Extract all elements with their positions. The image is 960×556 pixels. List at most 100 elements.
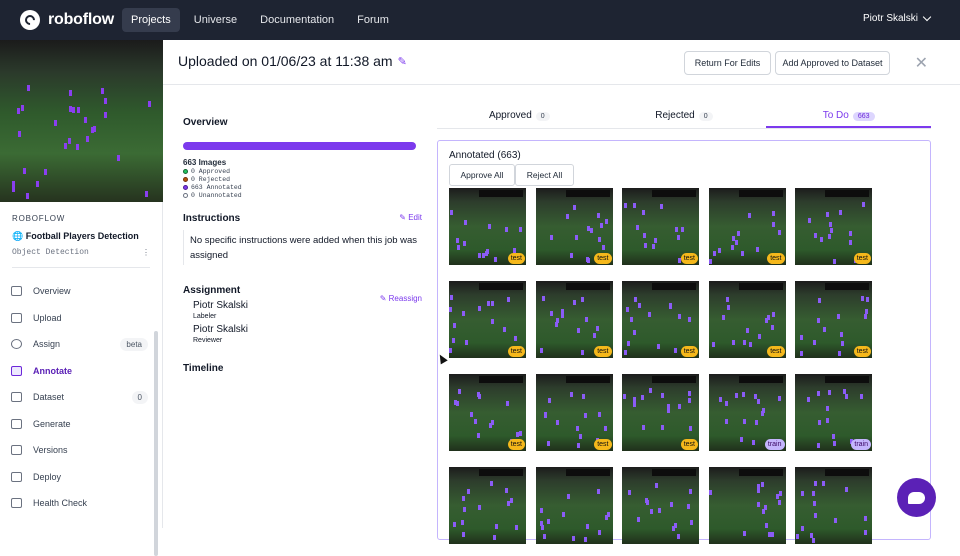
image-thumbnail[interactable]: test [535, 188, 613, 265]
image-thumbnail[interactable]: test [622, 374, 699, 451]
edit-instructions-link[interactable]: ✎ Edit [399, 213, 422, 222]
project-name[interactable]: 🌐 Football Players Detection [12, 230, 150, 242]
split-tag: test [507, 346, 525, 357]
nav-universe[interactable]: Universe [185, 8, 246, 32]
player-marker [721, 315, 725, 320]
review-tabs: Approved 0 Rejected 0 To Do 663 [437, 106, 931, 129]
player-marker [599, 223, 603, 228]
edit-icon[interactable]: ✎ [398, 55, 407, 68]
sidebar-item-assign[interactable]: Assign beta [0, 331, 162, 358]
player-marker [756, 484, 760, 489]
player-marker [801, 526, 804, 531]
player-marker [636, 225, 639, 230]
more-options-icon[interactable]: ⋮ [142, 248, 150, 258]
player-marker [623, 394, 626, 399]
sidebar-item-generate[interactable]: Generate [0, 411, 162, 438]
player-marker [452, 338, 455, 343]
return-for-edits-button[interactable]: Return For Edits [684, 51, 771, 75]
sidebar-item-upload[interactable]: Upload [0, 305, 162, 332]
player-marker [463, 241, 466, 246]
sidebar-item-deploy[interactable]: Deploy [0, 464, 162, 491]
player-marker [69, 90, 72, 96]
player-marker [494, 257, 497, 262]
image-thumbnail[interactable]: test [449, 374, 526, 451]
close-icon[interactable]: ✕ [915, 53, 928, 73]
sidebar-item-annotate[interactable]: Annotate [0, 358, 162, 385]
scoreboard-overlay [738, 469, 783, 476]
image-thumbnail[interactable]: test [535, 374, 613, 451]
timeline-heading: Timeline [183, 363, 224, 374]
image-thumbnail[interactable]: test [622, 188, 699, 265]
project-thumbnail [0, 40, 163, 202]
sidebar-item-health-check[interactable]: Health Check [0, 490, 162, 517]
tab-label: Rejected [655, 110, 695, 121]
player-marker [764, 318, 768, 323]
nav-documentation[interactable]: Documentation [251, 8, 343, 32]
chat-button[interactable] [897, 478, 936, 517]
add-approved-button[interactable]: Add Approved to Dataset [775, 51, 890, 75]
generate-icon [11, 418, 22, 429]
image-thumbnail[interactable]: test [535, 281, 613, 358]
player-marker [731, 340, 735, 345]
player-marker [503, 327, 506, 332]
count-badge: 0 [131, 390, 148, 404]
image-thumbnail[interactable] [708, 467, 786, 544]
tab-rejected[interactable]: Rejected 0 [602, 106, 767, 128]
scoreboard-overlay [738, 190, 783, 197]
image-thumbnail[interactable]: test [795, 281, 872, 358]
player-marker [771, 211, 775, 216]
image-thumbnail[interactable] [795, 467, 872, 544]
image-thumbnail[interactable]: test [622, 281, 699, 358]
approve-all-button[interactable]: Approve All [449, 164, 515, 186]
reassign-link[interactable]: ✎ Reassign [380, 294, 422, 303]
player-marker [514, 336, 517, 341]
player-marker [572, 205, 576, 210]
image-thumbnail[interactable] [535, 467, 613, 544]
player-marker [687, 504, 690, 509]
image-thumbnail[interactable]: test [795, 188, 872, 265]
player-marker [841, 341, 844, 346]
player-marker [812, 538, 815, 543]
player-marker [717, 248, 721, 253]
player-marker [596, 489, 600, 494]
player-marker [777, 396, 781, 401]
sidebar-item-dataset[interactable]: Dataset 0 [0, 384, 162, 411]
player-marker [470, 412, 473, 417]
player-marker [658, 508, 661, 513]
reject-all-button[interactable]: Reject All [515, 164, 574, 186]
player-marker [565, 214, 569, 219]
progress-bar [183, 142, 416, 150]
player-marker [761, 408, 765, 413]
overview-heading: Overview [183, 117, 228, 128]
image-thumbnail[interactable]: test [449, 188, 526, 265]
player-marker [604, 219, 608, 224]
sidebar-item-overview[interactable]: Overview [0, 278, 162, 305]
image-thumbnail[interactable]: train [708, 374, 786, 451]
sidebar-item-versions[interactable]: Versions [0, 437, 162, 464]
player-marker [763, 505, 767, 510]
instructions-heading: Instructions [183, 213, 241, 224]
image-thumbnail[interactable]: test [708, 281, 786, 358]
player-marker [546, 519, 550, 524]
user-menu[interactable]: Piotr Skalski [863, 12, 932, 24]
player-marker [495, 524, 498, 529]
player-marker [490, 481, 493, 486]
sidebar-item-label: Overview [33, 286, 71, 297]
image-thumbnail[interactable]: test [708, 188, 786, 265]
tab-to-do[interactable]: To Do 663 [766, 106, 931, 128]
logo[interactable]: roboflow [20, 10, 116, 30]
image-thumbnail[interactable] [622, 467, 699, 544]
player-marker [688, 391, 691, 396]
nav-forum[interactable]: Forum [348, 8, 398, 32]
tab-approved[interactable]: Approved 0 [437, 106, 602, 128]
image-thumbnail[interactable] [449, 467, 526, 544]
image-thumbnail[interactable]: test [449, 281, 526, 358]
player-marker [510, 498, 513, 503]
player-marker [117, 155, 120, 161]
sidebar-scrollbar[interactable] [154, 331, 158, 556]
player-marker [603, 426, 607, 431]
stat-label: 663 Annotated [191, 184, 242, 191]
image-thumbnail[interactable]: train [795, 374, 872, 451]
player-marker [604, 515, 608, 520]
nav-projects[interactable]: Projects [122, 8, 180, 32]
